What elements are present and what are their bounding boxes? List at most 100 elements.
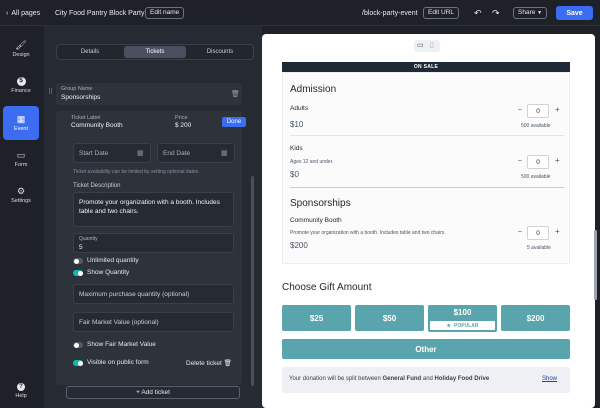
on-sale-banner: ON SALE <box>282 62 570 72</box>
show-fmv-toggle[interactable] <box>73 342 83 348</box>
calendar-icon: ▦ <box>16 113 26 124</box>
amount-button-100[interactable]: $100 ★ POPULAR <box>428 305 497 332</box>
price-value[interactable]: $ 200 <box>175 122 191 129</box>
edit-name-button[interactable]: Edit name <box>145 6 185 20</box>
show-quantity-label: Show Quantity <box>87 269 130 276</box>
amount-button-50[interactable]: $50 <box>355 305 424 331</box>
amount-button-200[interactable]: $200 <box>501 305 570 331</box>
visible-public-toggle[interactable] <box>73 360 83 366</box>
adults-qty[interactable]: 0 <box>527 104 549 118</box>
tab-discounts[interactable]: Discounts <box>189 46 251 58</box>
end-date-field[interactable]: End Date ▦ <box>157 143 235 163</box>
show-fmv-label: Show Fair Market Value <box>87 341 156 348</box>
kids-qty[interactable]: 0 <box>527 155 549 169</box>
kids-available: 500 available <box>521 174 551 180</box>
show-link[interactable]: Show <box>542 376 557 382</box>
ticket-label-value[interactable]: Community Booth <box>71 122 123 129</box>
booth-note: Promote your organization with a booth. … <box>290 230 446 236</box>
share-button[interactable]: Share ▼ <box>513 6 548 20</box>
kids-price: $0 <box>290 170 299 179</box>
group-card: Group Name Sponsorships 🗑 <box>56 83 242 105</box>
adults-name: Adults <box>290 105 309 112</box>
tickets-card: Admission Adults $10 – 0 + 500 available… <box>282 72 570 264</box>
top-bar: ‹ All pages City Food Pantry Block Party… <box>0 0 600 26</box>
editor-panel: Details Tickets Discounts ⠿ Group Name S… <box>44 26 262 408</box>
divider <box>290 135 564 136</box>
kids-note: Ages 12 and under. <box>290 159 334 165</box>
group-name-value[interactable]: Sponsorships <box>61 94 100 101</box>
booth-price: $200 <box>290 241 308 250</box>
start-date-field[interactable]: Start Date ▦ <box>73 143 151 163</box>
booth-qty[interactable]: 0 <box>527 226 549 240</box>
undo-icon[interactable]: ↶ <box>474 0 482 26</box>
show-quantity-toggle[interactable] <box>73 270 83 276</box>
adults-price: $10 <box>290 120 304 129</box>
minus-icon[interactable]: – <box>518 228 522 235</box>
kids-name: Kids <box>290 145 303 152</box>
tab-details[interactable]: Details <box>59 46 121 58</box>
visible-public-label: Visible on public form <box>87 359 149 366</box>
rail-item-help[interactable]: ? Help <box>3 378 39 404</box>
trash-icon: 🗑 <box>223 360 232 367</box>
other-amount-button[interactable]: Other <box>282 339 570 359</box>
popular-badge: ★ POPULAR <box>430 321 495 330</box>
rail-item-finance[interactable]: $ Finance <box>3 70 39 100</box>
date-hint: Ticket availability can be limited by se… <box>73 169 200 175</box>
group-name-label: Group Name <box>61 86 93 92</box>
redo-icon[interactable]: ↷ <box>492 0 500 26</box>
star-icon: ★ <box>446 322 452 329</box>
rail-item-event[interactable]: ▦ Event <box>3 106 39 140</box>
minus-icon[interactable]: – <box>518 157 522 164</box>
minus-icon[interactable]: – <box>518 106 522 113</box>
plus-icon[interactable]: + <box>555 156 560 165</box>
ticket-editor-card: Ticket Label Community Booth Price $ 200… <box>56 111 246 385</box>
rail-item-settings[interactable]: ⚙ Settings <box>3 180 39 210</box>
help-icon: ? <box>17 383 25 391</box>
back-label: All pages <box>11 9 41 17</box>
description-textarea[interactable]: Promote your organization with a booth. … <box>73 192 234 227</box>
back-link[interactable]: ‹ All pages <box>6 0 40 26</box>
rail-item-design[interactable]: 🖌 Design <box>3 34 39 64</box>
delete-ticket-button[interactable]: Delete ticket 🗑 <box>186 359 232 367</box>
device-toggle: ▭ ▯ <box>414 40 440 52</box>
description-label: Ticket Description <box>73 183 121 189</box>
tab-tickets[interactable]: Tickets <box>124 46 186 58</box>
plus-icon[interactable]: + <box>555 227 560 236</box>
panel-scrollbar[interactable] <box>251 176 254 386</box>
chevron-left-icon: ‹ <box>6 9 9 17</box>
add-ticket-button[interactable]: + Add ticket <box>66 386 240 399</box>
page-title: City Food Pantry Block Party <box>55 9 145 17</box>
calendar-icon: ▦ <box>137 150 144 157</box>
max-purchase-input[interactable]: Maximum purchase quantity (optional) <box>73 284 234 304</box>
fmv-input[interactable]: Fair Market Value (optional) <box>73 312 234 332</box>
fund-general: General Fund <box>382 376 422 382</box>
done-button[interactable]: Done <box>222 117 246 127</box>
booth-name: Community Booth <box>290 217 342 224</box>
fund-holiday: Holiday Food Drive <box>434 376 490 382</box>
mobile-icon[interactable]: ▯ <box>430 41 434 49</box>
divider <box>290 187 564 188</box>
amount-button-25[interactable]: $25 <box>282 305 351 331</box>
dollar-icon: $ <box>16 76 26 86</box>
booth-available: 5 available <box>527 245 551 251</box>
unlimited-quantity-label: Unlimited quantity <box>87 257 139 264</box>
form-icon: ▭ <box>16 149 26 160</box>
ticket-label-label: Ticket Label <box>71 115 101 121</box>
admission-title: Admission <box>290 84 337 95</box>
desktop-icon[interactable]: ▭ <box>417 41 424 49</box>
preview-scrollbar[interactable] <box>594 230 597 300</box>
plus-icon[interactable]: + <box>555 105 560 114</box>
trash-icon[interactable]: 🗑 <box>231 90 240 98</box>
drag-handle-icon[interactable]: ⠿ <box>48 88 53 96</box>
adults-available: 500 available <box>521 123 551 129</box>
sponsorships-title: Sponsorships <box>290 198 351 209</box>
unlimited-quantity-toggle[interactable] <box>73 258 83 264</box>
edit-url-button[interactable]: Edit URL <box>423 6 460 20</box>
gear-icon: ⚙ <box>16 185 26 196</box>
quantity-field[interactable]: Quantity 5 <box>73 233 234 253</box>
rail-item-form[interactable]: ▭ Form <box>3 144 39 174</box>
page-url: /block-party-event <box>362 9 418 17</box>
save-button[interactable]: Save <box>556 6 593 20</box>
editor-tabs: Details Tickets Discounts <box>56 44 254 60</box>
gift-title: Choose Gift Amount <box>282 282 372 293</box>
